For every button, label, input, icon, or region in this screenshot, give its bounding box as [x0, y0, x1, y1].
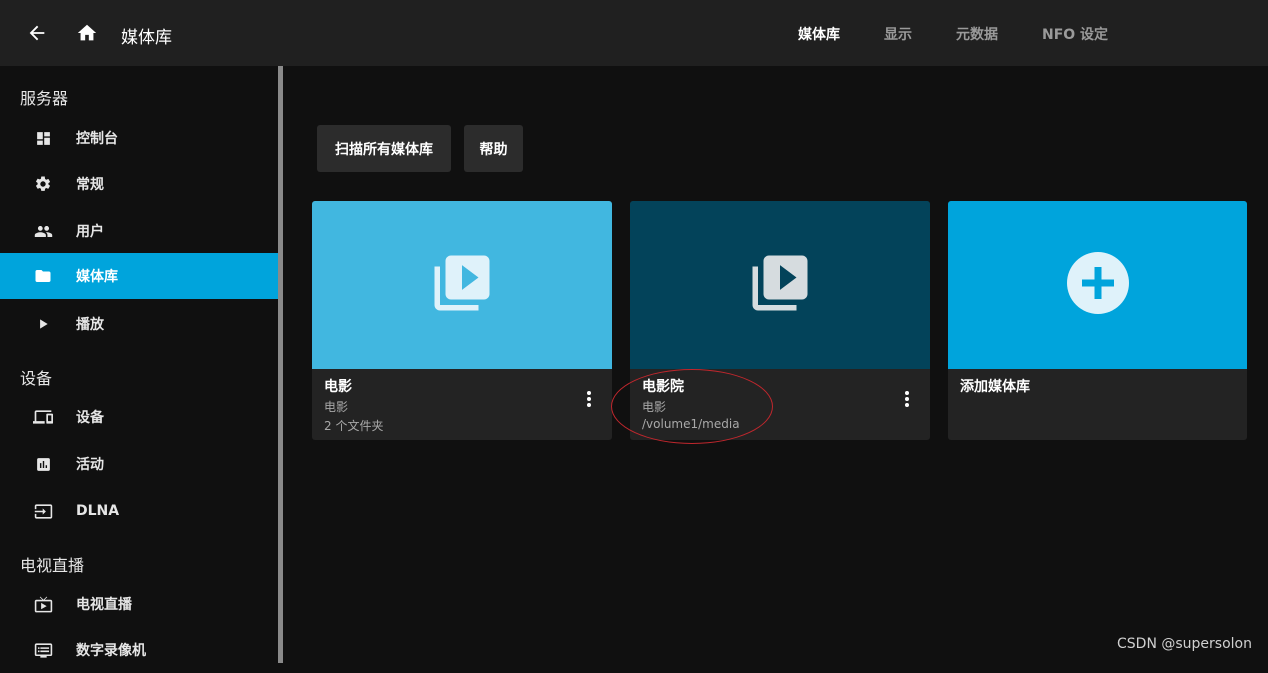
- dashboard-icon: [33, 128, 53, 148]
- activity-icon: [33, 454, 53, 474]
- sidebar-item-live-tv[interactable]: 电视直播: [0, 581, 278, 627]
- section-devices: 设备: [20, 369, 53, 388]
- sidebar-scrollbar[interactable]: [278, 66, 283, 663]
- help-button[interactable]: 帮助: [464, 125, 523, 172]
- sidebar-item-users[interactable]: 用户: [0, 208, 278, 254]
- sidebar-item-activity[interactable]: 活动: [0, 441, 278, 487]
- library-type: 电影: [324, 400, 349, 414]
- add-circle-icon: [1066, 251, 1130, 319]
- section-live-tv: 电视直播: [20, 556, 85, 575]
- video-library-icon: [429, 250, 495, 320]
- tab-nfo-settings[interactable]: NFO 设定: [1042, 24, 1108, 44]
- sidebar-item-general[interactable]: 常规: [0, 161, 278, 207]
- dvr-icon: [33, 640, 53, 660]
- page-title: 媒体库: [121, 28, 172, 48]
- library-title: 添加媒体库: [960, 379, 1030, 395]
- more-vert-icon[interactable]: [584, 389, 594, 411]
- input-icon: [33, 501, 53, 521]
- sidebar-item-dashboard[interactable]: 控制台: [0, 115, 278, 161]
- watermark: CSDN @supersolon: [1117, 636, 1252, 652]
- library-folder-count: 2 个文件夹: [324, 419, 384, 433]
- sidebar-item-devices[interactable]: 设备: [0, 394, 278, 440]
- sidebar-item-label: 活动: [76, 457, 104, 473]
- sidebar-item-label: 电视直播: [76, 597, 132, 613]
- sidebar-item-label: 媒体库: [76, 269, 118, 285]
- library-path: /volume1/media: [642, 417, 740, 431]
- live-tv-icon: [33, 594, 53, 614]
- tab-libraries[interactable]: 媒体库: [798, 24, 840, 44]
- library-card-image: [948, 201, 1247, 369]
- library-type: 电影: [642, 400, 667, 414]
- users-icon: [33, 221, 53, 241]
- section-server: 服务器: [20, 89, 69, 108]
- sidebar-item-label: 数字录像机: [76, 643, 146, 659]
- sidebar-item-label: 用户: [76, 224, 104, 240]
- sidebar-item-dlna[interactable]: DLNA: [0, 488, 278, 534]
- add-library-card[interactable]: 添加媒体库: [948, 201, 1247, 440]
- sidebar-item-dvr[interactable]: 数字录像机: [0, 627, 278, 673]
- library-card-image: [630, 201, 930, 369]
- library-card-movies[interactable]: 电影 电影 2 个文件夹: [312, 201, 612, 440]
- library-title: 电影院: [642, 379, 684, 395]
- library-title: 电影: [324, 379, 352, 395]
- devices-icon: [33, 407, 53, 427]
- more-vert-icon[interactable]: [902, 389, 912, 411]
- home-icon[interactable]: [76, 22, 98, 44]
- tab-display[interactable]: 显示: [884, 24, 912, 44]
- sidebar-item-playback[interactable]: 播放: [0, 301, 278, 347]
- library-card-cinema[interactable]: 电影院 电影 /volume1/media: [630, 201, 930, 440]
- header-tabs: 媒体库 显示 元数据 NFO 设定: [798, 24, 1152, 44]
- sidebar: 服务器 控制台 常规 用户 媒体库 播放 设备 设备 活动 DLNA 电视直播 …: [0, 66, 278, 663]
- gear-icon: [33, 174, 53, 194]
- sidebar-item-label: 控制台: [76, 131, 118, 147]
- tab-metadata[interactable]: 元数据: [956, 24, 998, 44]
- video-library-icon: [747, 250, 813, 320]
- back-arrow-icon[interactable]: [26, 22, 48, 44]
- folder-icon: [33, 266, 53, 286]
- sidebar-item-libraries[interactable]: 媒体库: [0, 253, 278, 299]
- sidebar-item-label: 常规: [76, 177, 104, 193]
- top-app-bar: 媒体库 媒体库 显示 元数据 NFO 设定: [0, 0, 1268, 66]
- sidebar-item-label: DLNA: [76, 503, 120, 519]
- play-icon: [33, 314, 53, 334]
- scan-all-libraries-button[interactable]: 扫描所有媒体库: [317, 125, 451, 172]
- sidebar-item-label: 设备: [76, 410, 104, 426]
- library-card-image: [312, 201, 612, 369]
- sidebar-item-label: 播放: [76, 317, 104, 333]
